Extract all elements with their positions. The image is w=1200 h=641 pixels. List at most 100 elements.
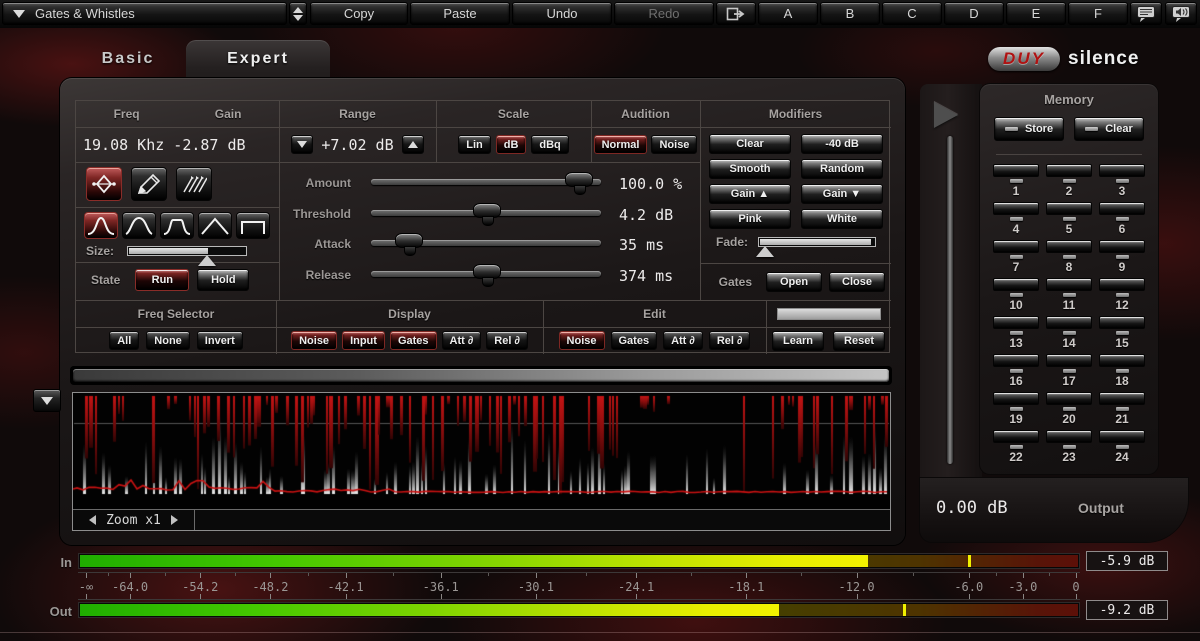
memory-slot-9[interactable]: 9: [1099, 240, 1145, 274]
memory-clear-button[interactable]: Clear: [1074, 117, 1144, 141]
modifier-gain-button[interactable]: Gain ▲: [709, 184, 791, 204]
output-fader-thumb[interactable]: [934, 102, 958, 128]
memory-slot-button[interactable]: [1099, 392, 1145, 405]
memory-slot-2[interactable]: 2: [1046, 164, 1092, 198]
display-noise-button[interactable]: Noise: [291, 331, 337, 350]
memory-slot-1[interactable]: 1: [993, 164, 1039, 198]
memory-slot-button[interactable]: [1099, 316, 1145, 329]
memory-slot-button[interactable]: [993, 354, 1039, 367]
freq_selector-all-button[interactable]: All: [109, 331, 139, 350]
memory-slot-13[interactable]: 13: [993, 316, 1039, 350]
shape-narrow-bell-button[interactable]: [84, 212, 118, 239]
memory-slot-23[interactable]: 23: [1046, 430, 1092, 464]
spectrum-canvas[interactable]: [73, 393, 890, 508]
memory-slot-button[interactable]: [1046, 164, 1092, 177]
attack-slider[interactable]: [371, 240, 601, 246]
memory-slot-button[interactable]: [993, 240, 1039, 253]
memory-slot-button[interactable]: [1046, 430, 1092, 443]
gates-open-button[interactable]: Open: [766, 272, 822, 292]
bank-c[interactable]: C: [882, 2, 942, 25]
range-up-button[interactable]: [402, 135, 424, 154]
memory-slot-12[interactable]: 12: [1099, 278, 1145, 312]
shape-triangle-button[interactable]: [198, 212, 232, 239]
threshold-slider-thumb[interactable]: [473, 203, 501, 218]
memory-slot-3[interactable]: 3: [1099, 164, 1145, 198]
memory-slot-16[interactable]: 16: [993, 354, 1039, 388]
scale-db-button[interactable]: dB: [496, 135, 527, 154]
memory-slot-8[interactable]: 8: [1046, 240, 1092, 274]
size-slider-thumb[interactable]: [198, 255, 216, 266]
display-gates-button[interactable]: Gates: [390, 331, 437, 350]
attack-slider-thumb[interactable]: [395, 233, 423, 248]
memory-slot-button[interactable]: [1046, 354, 1092, 367]
display-att-button[interactable]: Att ∂: [442, 331, 482, 350]
fade-slider[interactable]: [758, 237, 876, 247]
bank-e[interactable]: E: [1006, 2, 1066, 25]
memory-slot-button[interactable]: [1099, 430, 1145, 443]
memory-slot-button[interactable]: [1099, 202, 1145, 215]
display-input-button[interactable]: Input: [342, 331, 385, 350]
hatch-tool-button[interactable]: [176, 167, 212, 201]
memory-slot-15[interactable]: 15: [1099, 316, 1145, 350]
bank-d[interactable]: D: [944, 2, 1004, 25]
memory-slot-button[interactable]: [993, 430, 1039, 443]
scale-lin-button[interactable]: Lin: [458, 135, 491, 154]
memory-slot-button[interactable]: [993, 164, 1039, 177]
memory-slot-button[interactable]: [993, 316, 1039, 329]
memory-store-button[interactable]: Store: [994, 117, 1064, 141]
scale-dbq-button[interactable]: dBq: [531, 135, 568, 154]
memory-slot-button[interactable]: [1099, 354, 1145, 367]
audition-normal-button[interactable]: Normal: [594, 135, 648, 154]
hold-button[interactable]: Hold: [197, 269, 249, 291]
memory-slot-button[interactable]: [1046, 240, 1092, 253]
memory-slot-button[interactable]: [993, 202, 1039, 215]
learn-button[interactable]: Learn: [772, 331, 824, 351]
memory-slot-button[interactable]: [1046, 278, 1092, 291]
modifier-smooth-button[interactable]: Smooth: [709, 159, 791, 179]
copy-button[interactable]: Copy: [310, 2, 408, 25]
preset-spinner[interactable]: [289, 2, 307, 25]
memory-slot-20[interactable]: 20: [1046, 392, 1092, 426]
memory-slot-18[interactable]: 18: [1099, 354, 1145, 388]
node-tool-button[interactable]: [86, 167, 122, 201]
memory-slot-button[interactable]: [1046, 202, 1092, 215]
memory-slot-4[interactable]: 4: [993, 202, 1039, 236]
memory-slot-19[interactable]: 19: [993, 392, 1039, 426]
pencil-tool-button[interactable]: [131, 167, 167, 201]
bank-f[interactable]: F: [1068, 2, 1128, 25]
spectrum-options-button[interactable]: [33, 389, 61, 412]
edit-gates-button[interactable]: Gates: [611, 331, 658, 350]
modifier-pink-button[interactable]: Pink: [709, 209, 791, 229]
memory-slot-button[interactable]: [1099, 164, 1145, 177]
memory-slot-10[interactable]: 10: [993, 278, 1039, 312]
bank-b[interactable]: B: [820, 2, 880, 25]
tab-basic[interactable]: Basic: [78, 46, 178, 72]
edit-noise-button[interactable]: Noise: [559, 331, 605, 350]
paste-button[interactable]: Paste: [410, 2, 510, 25]
zoom-out-icon[interactable]: [89, 515, 96, 525]
amount-slider[interactable]: [371, 179, 601, 185]
shape-rectangle-button[interactable]: [236, 212, 270, 239]
redo-button[interactable]: Redo: [614, 2, 714, 25]
memory-slot-button[interactable]: [1099, 278, 1145, 291]
release-slider-thumb[interactable]: [473, 264, 501, 279]
memory-slot-21[interactable]: 21: [1099, 392, 1145, 426]
modifier-white-button[interactable]: White: [801, 209, 883, 229]
notes-button[interactable]: [1130, 2, 1162, 25]
memory-slot-6[interactable]: 6: [1099, 202, 1145, 236]
audition-noise-button[interactable]: Noise: [651, 135, 697, 154]
memory-slot-5[interactable]: 5: [1046, 202, 1092, 236]
copy-to-bank-button[interactable]: [716, 2, 756, 25]
memory-slot-24[interactable]: 24: [1099, 430, 1145, 464]
output-fader-track[interactable]: [947, 136, 953, 464]
fade-slider-thumb[interactable]: [756, 246, 774, 257]
freq_selector-none-button[interactable]: None: [146, 331, 190, 350]
threshold-slider[interactable]: [371, 210, 601, 216]
display-rel-button[interactable]: Rel ∂: [486, 331, 528, 350]
memory-slot-7[interactable]: 7: [993, 240, 1039, 274]
audio-hints-button[interactable]: [1165, 2, 1197, 25]
memory-slot-17[interactable]: 17: [1046, 354, 1092, 388]
modifier-random-button[interactable]: Random: [801, 159, 883, 179]
size-slider[interactable]: [127, 246, 247, 256]
modifier-clear-button[interactable]: Clear: [709, 134, 791, 154]
